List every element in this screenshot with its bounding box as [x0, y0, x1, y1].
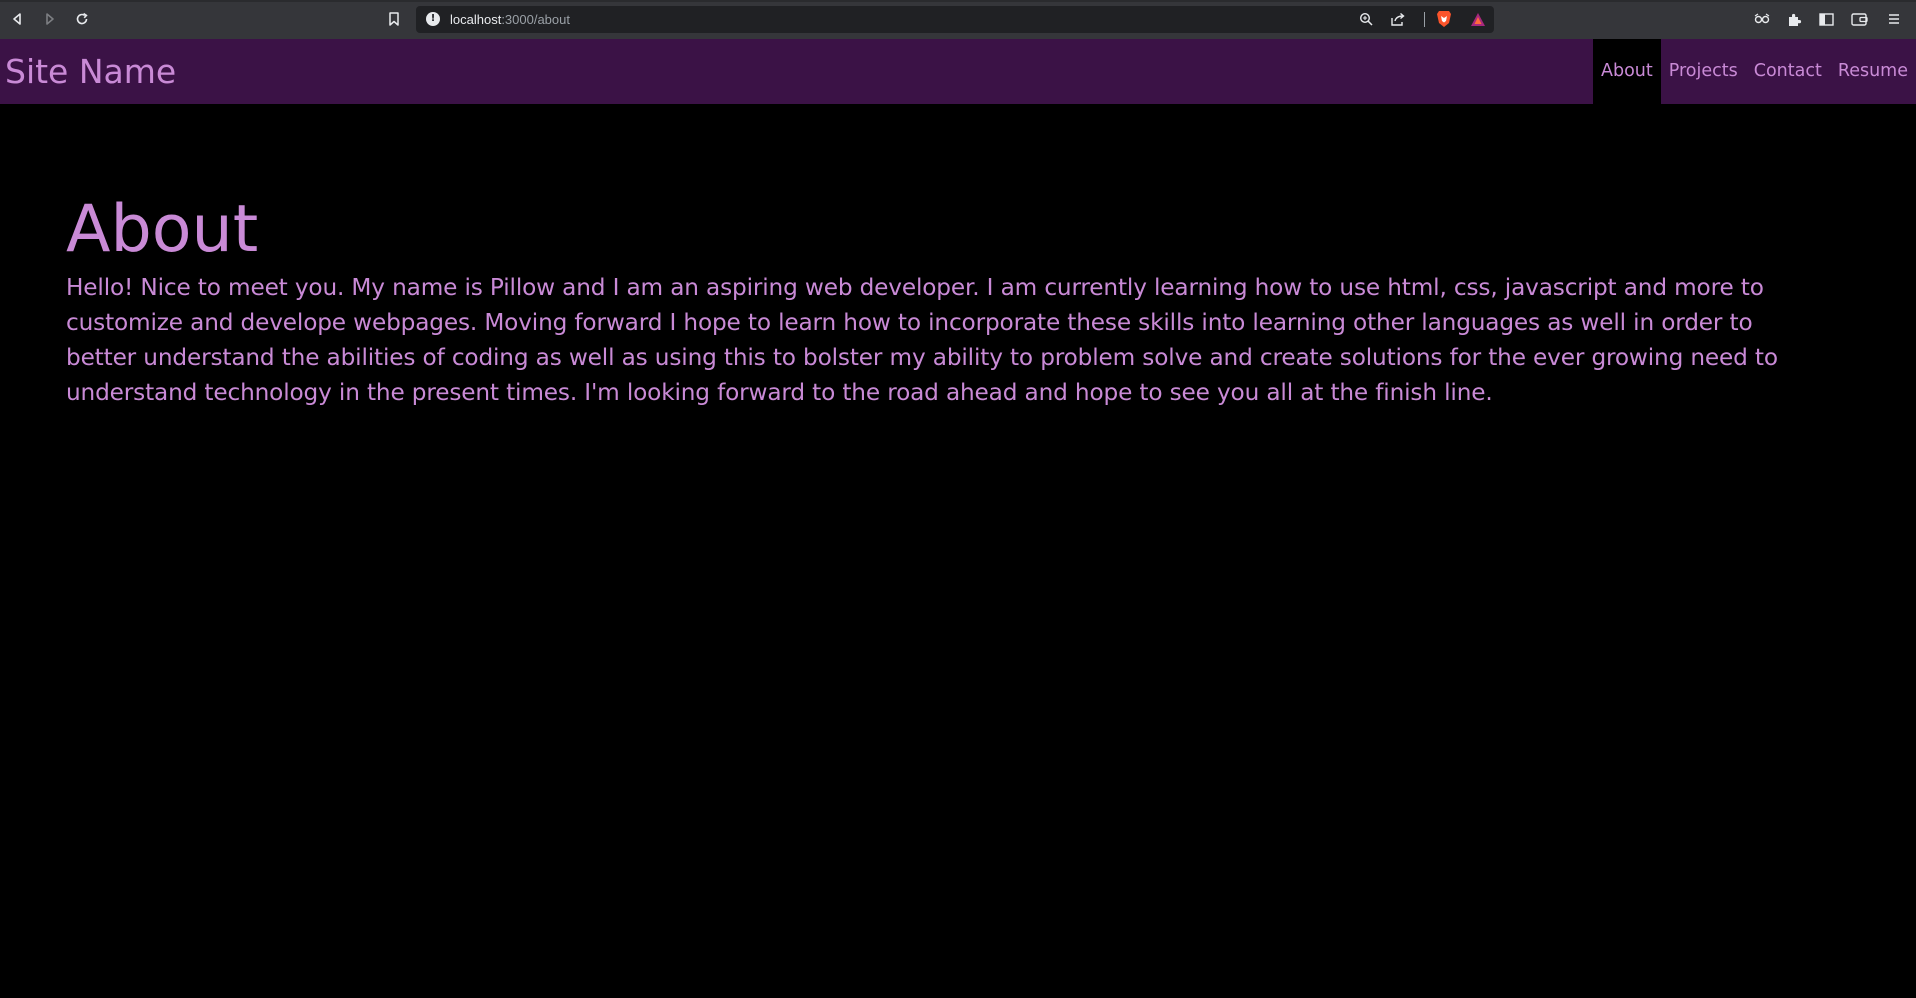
page-title: About: [66, 192, 259, 267]
forward-arrow-icon[interactable]: [39, 8, 61, 30]
url-host: localhost: [450, 12, 502, 27]
browser-toolbar: ! localhost:3000/about: [0, 0, 1916, 39]
brave-lion-icon[interactable]: [1434, 9, 1454, 29]
address-bar[interactable]: ! localhost:3000/about: [416, 6, 1494, 33]
sidebar-icon[interactable]: [1816, 9, 1836, 29]
site-name-link[interactable]: Site Name: [5, 39, 176, 104]
nav-link-contact[interactable]: Contact: [1746, 39, 1830, 104]
puzzle-piece-icon[interactable]: [1784, 9, 1804, 29]
nav-link-about[interactable]: About: [1592, 39, 1661, 104]
brave-rewards-triangle-icon[interactable]: [1468, 9, 1488, 29]
site-header: Site Name About Projects Contact Resume: [0, 39, 1916, 104]
nav-link-projects[interactable]: Projects: [1661, 39, 1746, 104]
omnibox-divider: [1424, 12, 1425, 27]
wallet-icon[interactable]: [1849, 9, 1869, 29]
nav-link-resume[interactable]: Resume: [1830, 39, 1916, 104]
info-icon[interactable]: !: [426, 12, 440, 26]
glasses-icon[interactable]: [1752, 9, 1772, 29]
site-nav: About Projects Contact Resume: [1592, 39, 1916, 104]
zoom-icon[interactable]: [1356, 9, 1376, 29]
bookmark-icon[interactable]: [384, 9, 404, 29]
reload-icon[interactable]: [71, 8, 93, 30]
url-text[interactable]: localhost:3000/about: [450, 6, 570, 33]
about-paragraph: Hello! Nice to meet you. My name is Pill…: [66, 274, 1778, 406]
share-icon[interactable]: [1388, 9, 1408, 29]
tab-strip-edge: [0, 0, 1916, 2]
url-path: :3000/about: [501, 12, 570, 27]
hamburger-menu-icon[interactable]: [1884, 9, 1904, 29]
back-arrow-icon[interactable]: [6, 8, 28, 30]
